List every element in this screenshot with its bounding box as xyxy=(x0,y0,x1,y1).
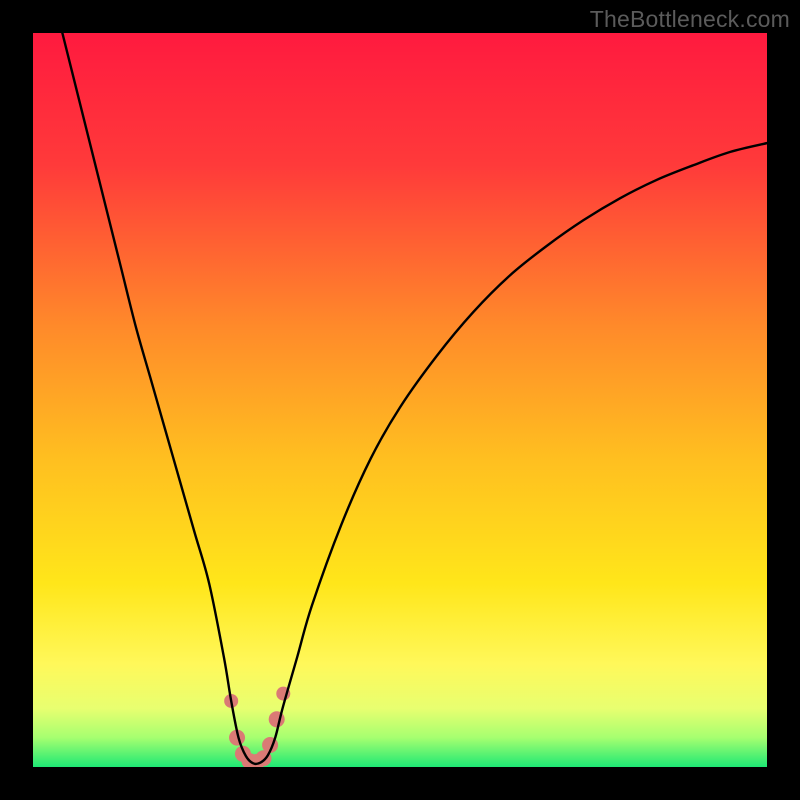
bottleneck-curve xyxy=(62,33,767,764)
bottom-markers xyxy=(224,687,290,767)
plot-area xyxy=(33,33,767,767)
chart-svg xyxy=(33,33,767,767)
chart-frame: TheBottleneck.com xyxy=(0,0,800,800)
watermark-text: TheBottleneck.com xyxy=(590,6,790,33)
